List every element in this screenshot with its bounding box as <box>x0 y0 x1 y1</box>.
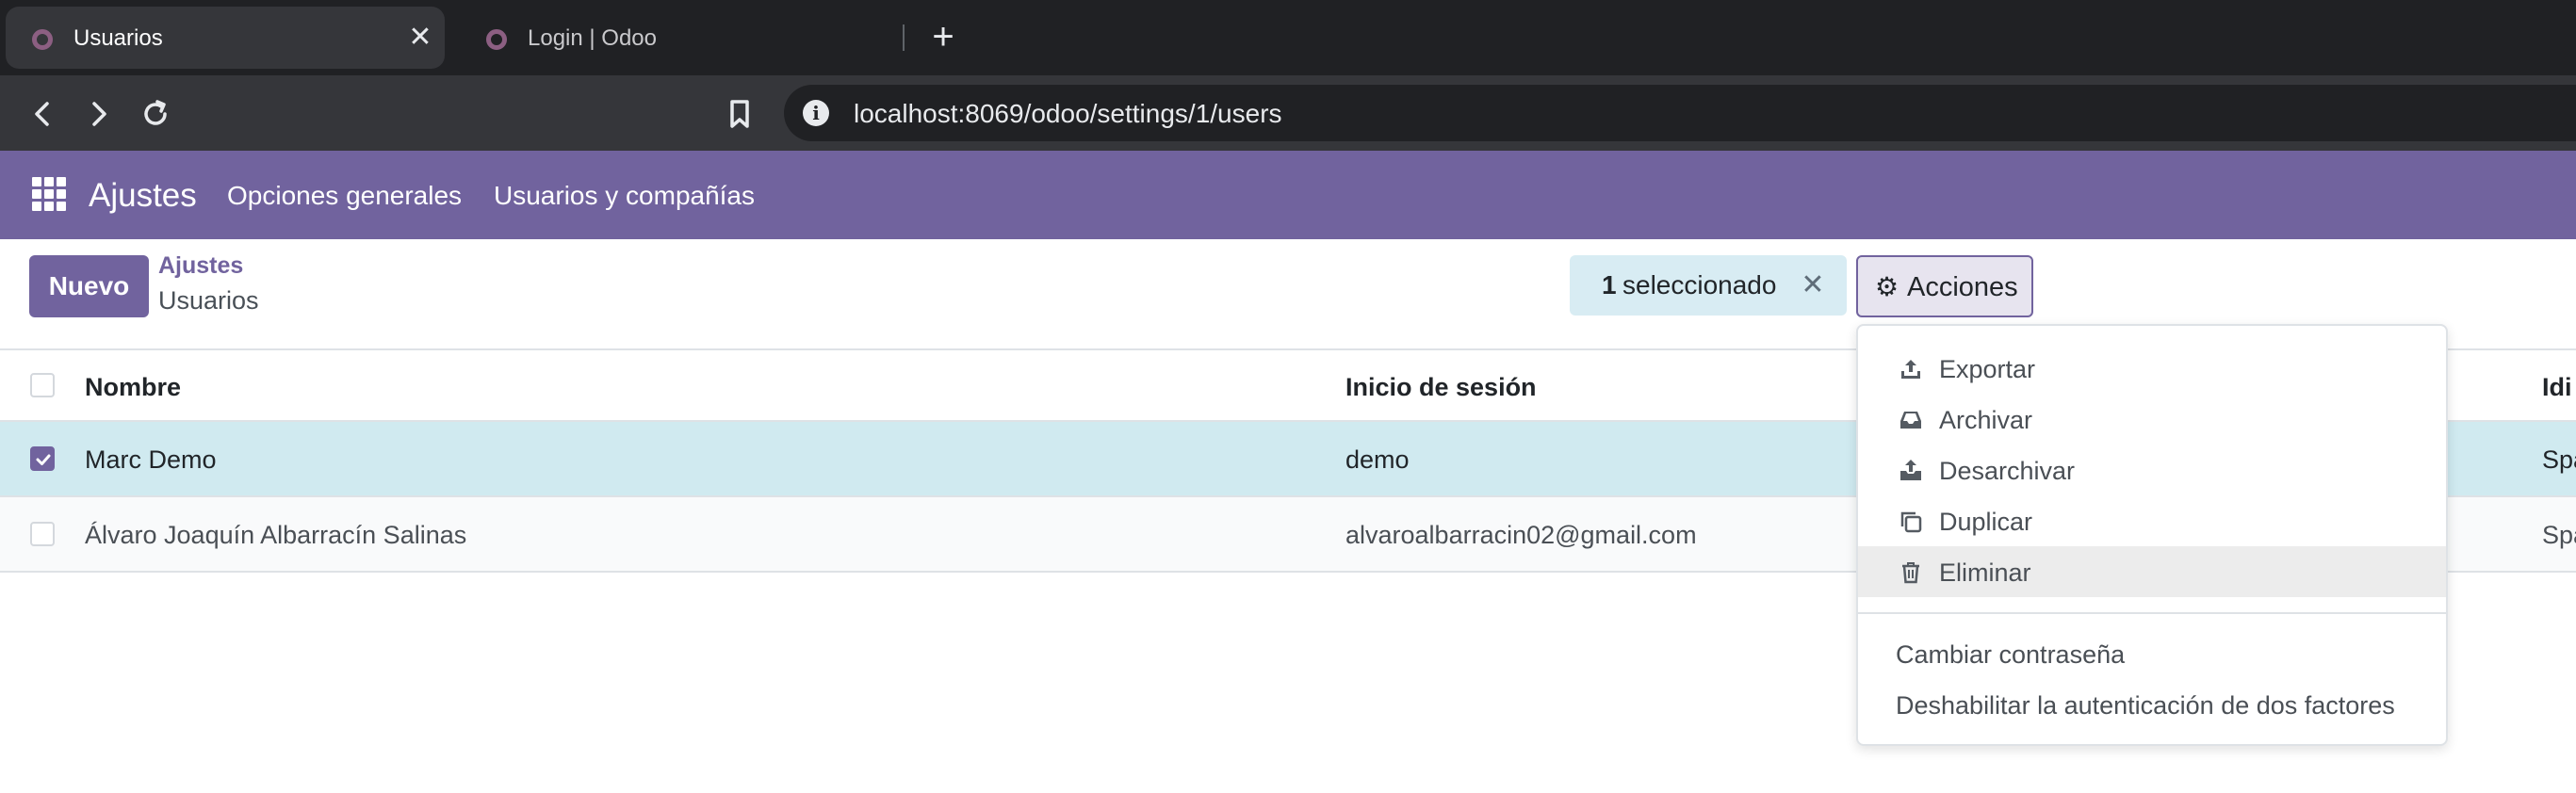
tab-title: Usuarios <box>73 25 163 51</box>
gear-icon: ⚙ <box>1875 272 1899 301</box>
menu-item-desarchivar[interactable]: Desarchivar <box>1858 445 2446 495</box>
selection-indicator: 1 seleccionado ✕ <box>1570 255 1847 316</box>
copy-icon <box>1898 509 1924 535</box>
breadcrumb-parent[interactable]: Ajustes <box>158 252 243 279</box>
column-header-language[interactable]: Idi <box>2542 373 2572 401</box>
cell-name: Álvaro Joaquín Albarracín Salinas <box>85 521 467 549</box>
upload-icon <box>1898 356 1924 382</box>
cell-language: Spa <box>2542 445 2576 474</box>
tab-title: Login | Odoo <box>528 25 658 51</box>
bookmark-icon[interactable] <box>716 90 763 138</box>
inbox-icon <box>1898 407 1924 433</box>
url-text: localhost:8069/odoo/settings/1/users <box>854 99 1282 128</box>
menu-item-eliminar[interactable]: Eliminar <box>1858 546 2446 597</box>
site-info-icon[interactable]: i <box>803 100 829 126</box>
trash-icon <box>1898 559 1924 586</box>
tab-separator <box>903 24 905 51</box>
menu-opciones-generales[interactable]: Opciones generales <box>227 181 462 211</box>
row-checkbox[interactable] <box>30 522 55 546</box>
menu-item-label: Duplicar <box>1939 508 2033 536</box>
selection-count: 1 <box>1602 270 1617 299</box>
menu-item-label: Exportar <box>1939 355 2036 383</box>
clear-selection-icon[interactable]: ✕ <box>1799 268 1827 302</box>
menu-item-duplicar[interactable]: Duplicar <box>1858 495 2446 546</box>
menu-usuarios-companias[interactable]: Usuarios y compañías <box>494 181 755 211</box>
cell-language: Spa <box>2542 521 2576 549</box>
browser-tab-login[interactable]: Login | Odoo <box>460 7 903 69</box>
browser-toolbar: i localhost:8069/odoo/settings/1/users <box>0 75 2576 151</box>
address-bar[interactable]: i localhost:8069/odoo/settings/1/users <box>784 85 2576 141</box>
new-tab-plus-icon[interactable]: + <box>921 17 965 58</box>
menu-item-label: Eliminar <box>1939 558 2031 587</box>
menu-item-exportar[interactable]: Exportar <box>1858 343 2446 394</box>
menu-item-label: Desarchivar <box>1939 457 2076 485</box>
row-checkbox[interactable] <box>30 446 55 471</box>
odoo-favicon-icon <box>32 29 53 50</box>
new-button[interactable]: Nuevo <box>29 255 149 317</box>
actions-label: Acciones <box>1907 272 2018 302</box>
menu-item-cambiar-contrasena[interactable]: Cambiar contraseña <box>1896 640 2125 669</box>
select-all-checkbox[interactable] <box>30 373 55 397</box>
column-header-name[interactable]: Nombre <box>85 373 181 401</box>
apps-grid-icon[interactable] <box>32 177 66 211</box>
odoo-favicon-icon <box>486 29 507 50</box>
column-header-login[interactable]: Inicio de sesión <box>1345 373 1537 401</box>
cell-login: demo <box>1345 445 1410 474</box>
breadcrumb-current: Usuarios <box>158 286 259 315</box>
close-tab-icon[interactable]: ✕ <box>405 23 435 53</box>
actions-button[interactable]: ⚙ Acciones <box>1856 255 2033 317</box>
actions-dropdown: Exportar Archivar Desarchivar Duplicar E… <box>1856 324 2448 746</box>
browser-tab-usuarios[interactable]: Usuarios ✕ <box>6 7 445 69</box>
selection-label: seleccionado <box>1622 270 1777 299</box>
odoo-navbar: Ajustes Opciones generales Usuarios y co… <box>0 151 2576 239</box>
back-arrow-icon[interactable] <box>19 90 66 138</box>
forward-arrow-icon[interactable] <box>75 90 122 138</box>
cell-name: Marc Demo <box>85 445 217 474</box>
reload-icon[interactable] <box>132 90 179 138</box>
menu-divider <box>1858 612 2446 614</box>
app-brand[interactable]: Ajustes <box>89 177 197 215</box>
cell-login: alvaroalbarracin02@gmail.com <box>1345 521 1697 549</box>
browser-tabstrip: Usuarios ✕ Login | Odoo + <box>0 0 2576 75</box>
menu-item-deshabilitar-2fa[interactable]: Deshabilitar la autenticación de dos fac… <box>1896 691 2395 720</box>
menu-item-label: Archivar <box>1939 406 2033 434</box>
unarchive-icon <box>1898 458 1924 484</box>
menu-item-archivar[interactable]: Archivar <box>1858 394 2446 445</box>
